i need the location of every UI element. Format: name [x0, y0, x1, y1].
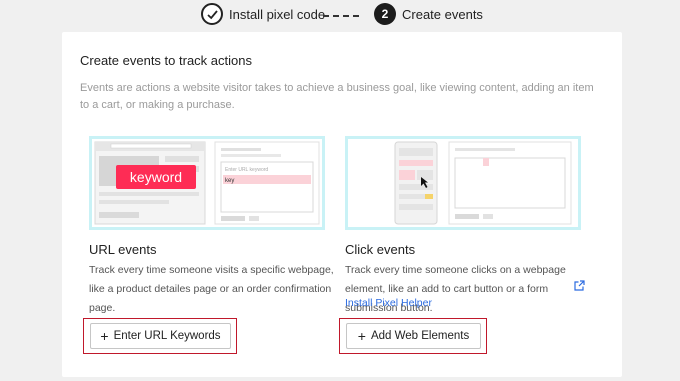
card-description: Events are actions a website visitor tak… [80, 82, 594, 111]
field-placeholder: Enter URL keyword [225, 167, 268, 173]
web-elements-button-frame: + Add Web Elements [339, 318, 487, 354]
step-install-pixel-code: Install pixel code [229, 7, 326, 22]
field-value: key [225, 178, 234, 184]
click-events-illustration [345, 136, 581, 230]
enter-url-keywords-button[interactable]: + Enter URL Keywords [90, 323, 231, 349]
enter-url-keywords-label: Enter URL Keywords [113, 330, 221, 342]
external-link-icon[interactable] [574, 280, 585, 291]
create-events-card: Create events to track actions Events ar… [62, 32, 622, 377]
click-events-description: Track every time someone clicks on a web… [345, 264, 566, 314]
plus-icon: + [357, 328, 366, 344]
step-number-badge: 2 [374, 3, 396, 25]
click-events-title: Click events [345, 242, 416, 257]
step-create-events: Create events [402, 7, 483, 22]
step-connector [323, 15, 359, 17]
url-events-title: URL events [89, 242, 157, 257]
step-complete-check-icon [201, 3, 223, 25]
stepper: Install pixel code 2 Create events [0, 3, 680, 27]
url-events-description: Track every time someone visits a specif… [89, 264, 334, 314]
url-events-illustration: Enter URL keyword key keyword [89, 136, 325, 230]
install-pixel-helper-link[interactable]: Install Pixel Helper [345, 297, 432, 309]
keyword-badge: keyword [130, 169, 182, 185]
add-web-elements-label: Add Web Elements [370, 330, 470, 342]
add-web-elements-button[interactable]: + Add Web Elements [346, 323, 481, 349]
card-title: Create events to track actions [80, 53, 252, 68]
url-keywords-button-frame: + Enter URL Keywords [83, 318, 237, 354]
plus-icon: + [100, 328, 109, 344]
